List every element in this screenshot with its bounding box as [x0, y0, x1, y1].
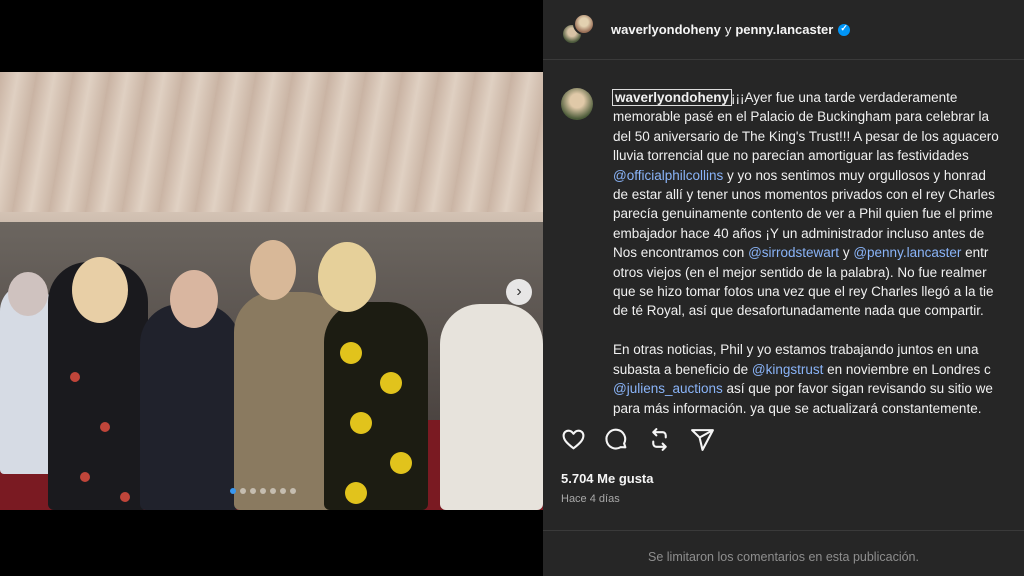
caption-body: waverlyondoheny ¡¡¡Ayer fue una tarde ver… — [611, 88, 999, 418]
floral-pattern — [345, 482, 367, 504]
person-woman-floral-dress-head — [72, 257, 128, 323]
floral-pattern — [380, 372, 402, 394]
caption-line: @juliens_auctions así que por favor siga… — [613, 379, 999, 398]
caption-text: ¡¡¡Ayer fue una tarde verdaderamente — [731, 90, 958, 105]
chevron-right-icon[interactable]: › — [506, 279, 532, 305]
mention-link[interactable]: @officialphilcollins — [613, 168, 723, 183]
caption-text: Nos encontramos con — [613, 245, 749, 261]
carousel-dots — [230, 488, 296, 494]
person-man-red-tie-head — [170, 270, 218, 328]
carousel-dot — [250, 488, 256, 494]
caption-text: en noviembre en Londres c — [823, 361, 991, 377]
caption: waverlyondoheny ¡¡¡Ayer fue una tarde ver… — [561, 88, 1024, 418]
header-username-1[interactable]: waverlyondoheny — [611, 22, 721, 37]
caption-line: memorable pasé en el Palacio de Buckingh… — [613, 109, 989, 125]
floral-pattern — [70, 372, 80, 382]
caption-line: otros viejos (en el mejor sentido de la … — [613, 264, 987, 280]
caption-line: waverlyondoheny ¡¡¡Ayer fue una tarde ver… — [611, 88, 999, 107]
avatar[interactable] — [561, 88, 593, 120]
caption-text: y yo nos sentimos muy orgullosos y honra… — [723, 167, 986, 183]
repost-icon[interactable] — [647, 427, 672, 452]
carousel-dot — [280, 488, 286, 494]
heart-icon[interactable] — [561, 427, 586, 452]
post-side-panel: waverlyondoheny y penny.lancaster waverl… — [543, 0, 1024, 576]
person-man-red-tie — [140, 304, 240, 510]
floral-pattern — [350, 412, 372, 434]
carousel-dot — [260, 488, 266, 494]
post-header: waverlyondoheny y penny.lancaster — [543, 0, 1024, 60]
mention-link[interactable]: @sirrodstewart — [748, 245, 839, 260]
comments-limited-notice: Se limitaron los comentarios en esta pub… — [543, 530, 1024, 576]
caption-line: Nos encontramos con @sirrodstewart y @pe… — [613, 243, 999, 262]
caption-line: subasta a beneficio de @kingstrust en no… — [613, 360, 999, 379]
post-photo[interactable] — [0, 72, 543, 510]
floral-pattern — [80, 472, 90, 482]
comment-icon[interactable] — [604, 427, 629, 452]
person-left-edge-head — [8, 272, 48, 316]
mention-link[interactable]: @juliens_auctions — [613, 381, 723, 396]
floral-pattern — [340, 342, 362, 364]
avatar — [573, 12, 595, 35]
carousel-dot — [230, 488, 236, 494]
caption-text: así que por favor sigan revisando su sit… — [722, 381, 993, 397]
caption-text: y — [839, 245, 854, 261]
caption-line: de té Royal, así que desafortunadamente … — [613, 303, 984, 319]
caption-username[interactable]: waverlyondoheny — [611, 89, 733, 106]
caption-line: que se hizo tomar fotos una vez que el r… — [613, 284, 994, 300]
action-bar — [561, 427, 715, 452]
carousel-dot — [270, 488, 276, 494]
caption-line: para más información. ya que se actualiz… — [613, 400, 982, 416]
caption-line: de estar allí y tener unos momentos priv… — [613, 187, 995, 203]
floral-pattern — [120, 492, 130, 502]
caption-text: entr — [961, 245, 989, 261]
header-conjunction: y — [724, 22, 732, 37]
person-man-tweed-jacket-head — [250, 240, 296, 300]
caption-line: parecía genuinamente contento de ver a P… — [613, 206, 993, 222]
media-pane: › — [0, 0, 543, 576]
mention-link[interactable]: @penny.lancaster — [853, 245, 961, 260]
person-man-white-suit — [440, 304, 543, 510]
caption-line: lluvia torrencial que no parecían amorti… — [613, 148, 969, 164]
caption-line: del 50 aniversario de The King's Trust!!… — [613, 128, 999, 144]
like-count[interactable]: 5.704 Me gusta — [561, 471, 654, 486]
carousel-dot — [240, 488, 246, 494]
tent-ceiling — [0, 72, 543, 212]
floral-pattern — [100, 422, 110, 432]
caption-line: En otras noticias, Phil y yo estamos tra… — [613, 342, 979, 358]
caption-line: @officialphilcollins y yo nos sentimos m… — [613, 166, 999, 185]
collab-avatars[interactable] — [561, 12, 595, 47]
carousel-dot — [290, 488, 296, 494]
post-timestamp: Hace 4 días — [561, 493, 620, 505]
verified-badge-icon — [838, 23, 851, 36]
caption-text: subasta a beneficio de — [613, 361, 752, 377]
floral-pattern — [390, 452, 412, 474]
mention-link[interactable]: @kingstrust — [752, 362, 823, 377]
send-icon[interactable] — [690, 427, 715, 452]
person-woman-yellow-flowers-head — [318, 242, 376, 312]
person-woman-yellow-flowers — [324, 302, 428, 510]
header-username-2[interactable]: penny.lancaster — [735, 22, 833, 37]
header-usernames: waverlyondoheny y penny.lancaster — [611, 22, 851, 37]
caption-line: embajador hace 40 años ¡Y un administrad… — [613, 225, 985, 241]
